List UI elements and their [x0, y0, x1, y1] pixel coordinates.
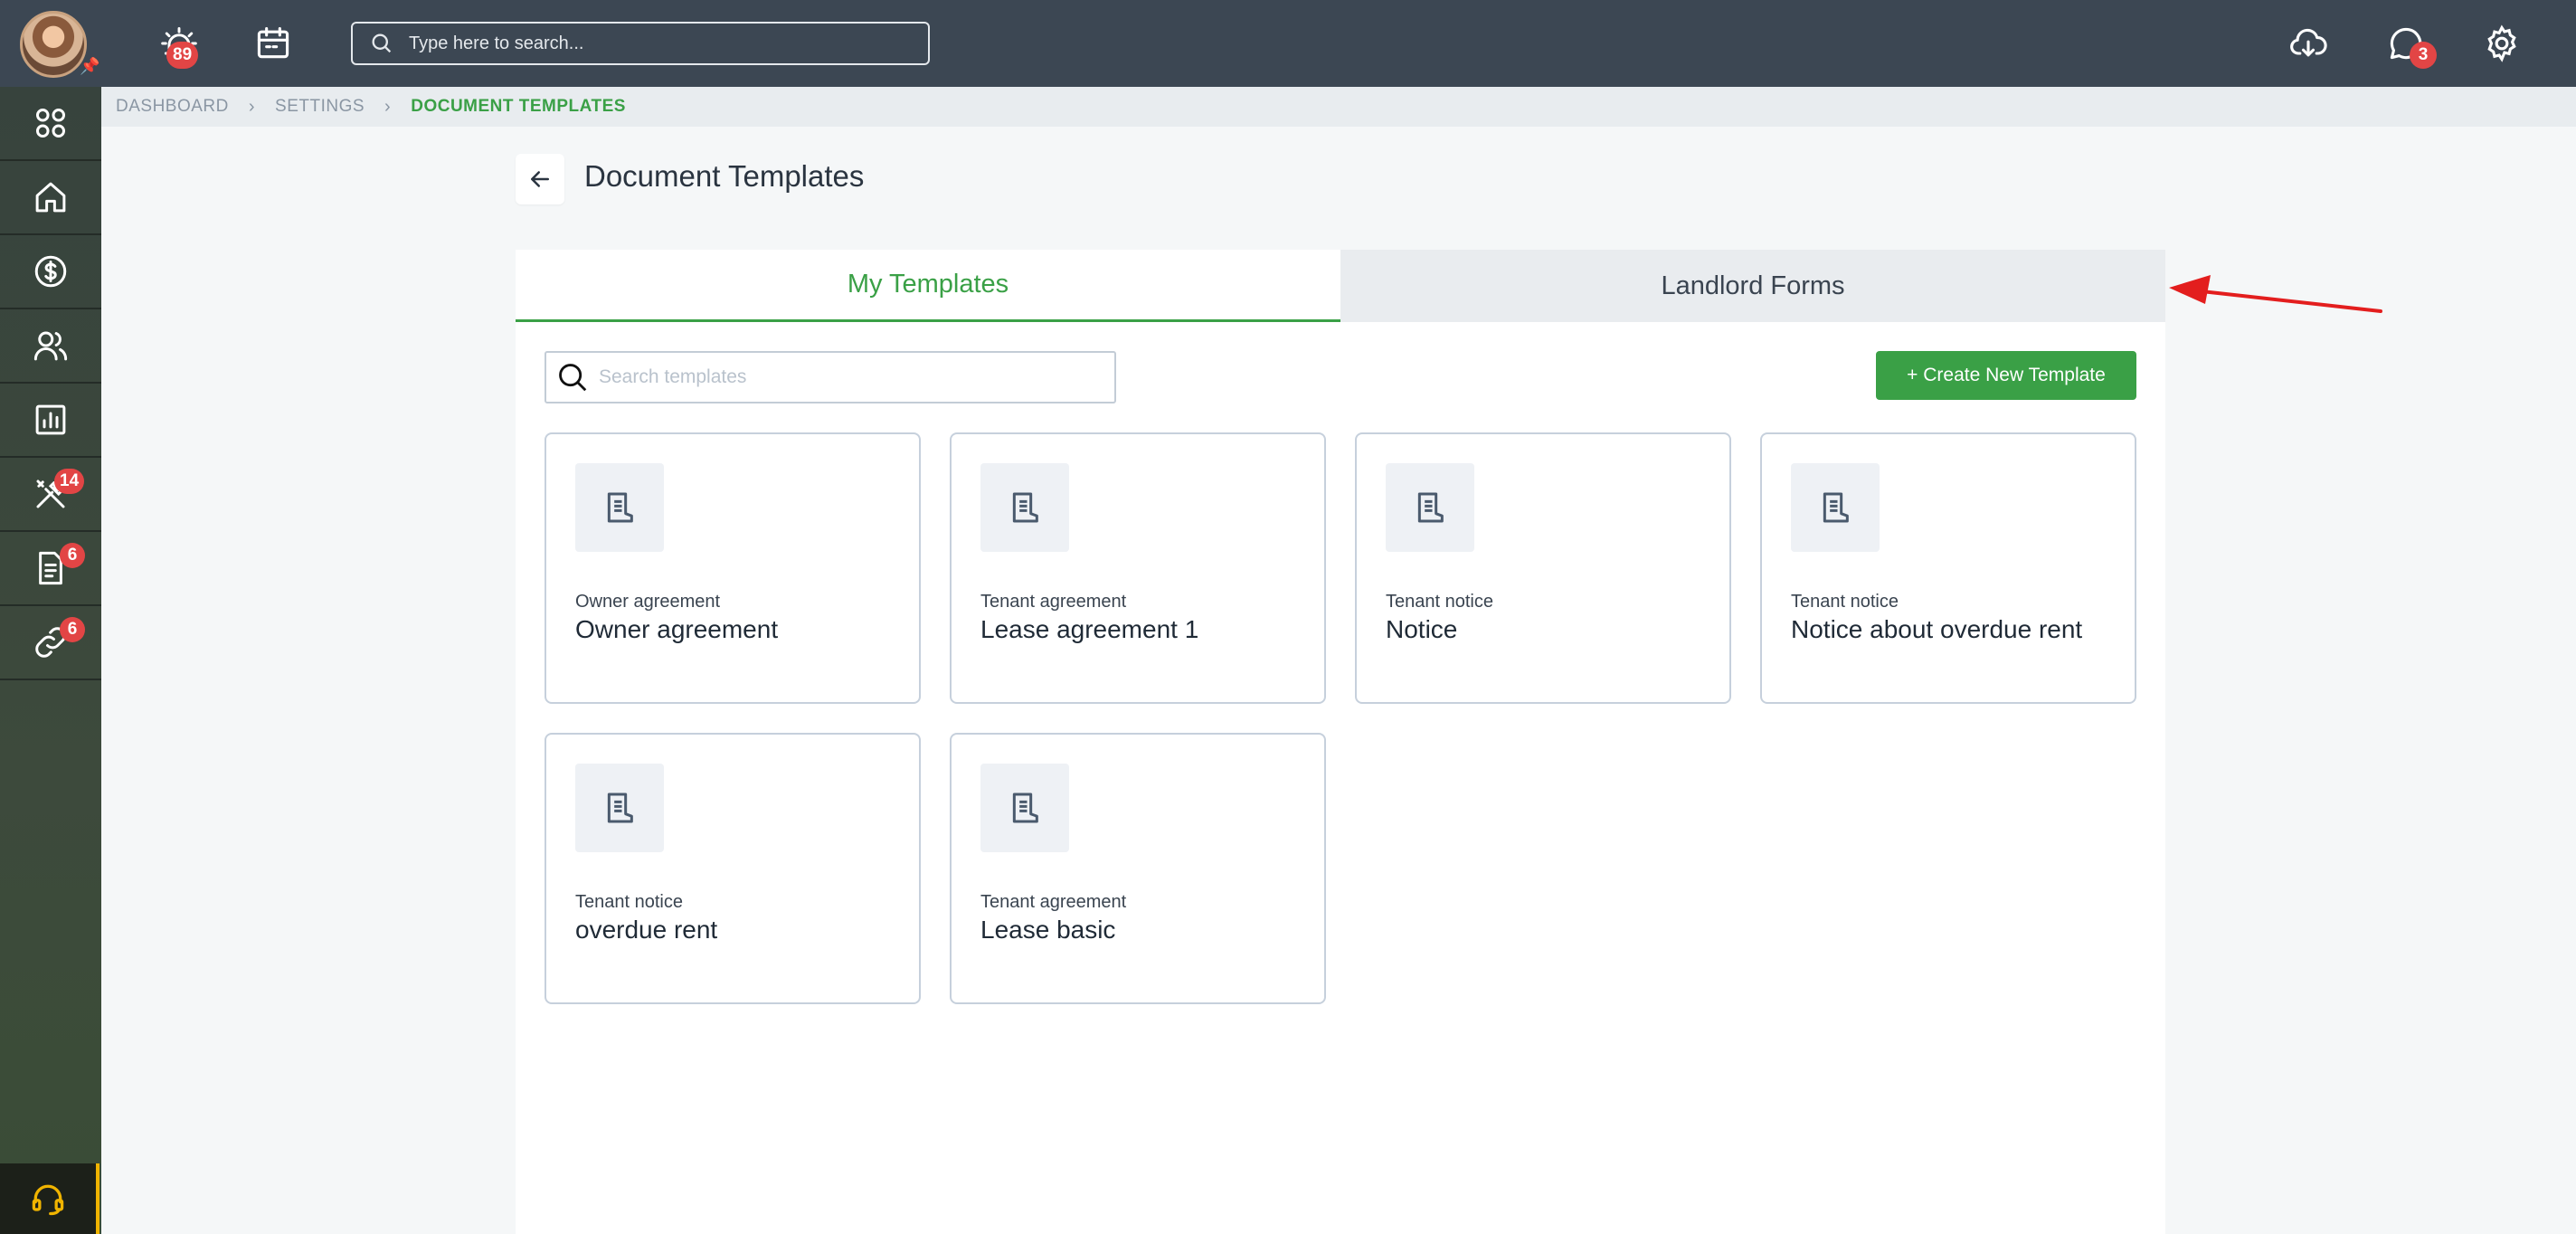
search-icon — [372, 33, 392, 53]
reports-icon — [35, 404, 66, 435]
template-search-input[interactable] — [599, 366, 1105, 388]
arrow-left-icon — [531, 171, 549, 187]
home-icon — [35, 182, 66, 213]
headset-icon — [32, 1184, 64, 1216]
left-sidebar: 14 6 6 — [0, 87, 101, 1234]
sidebar-item-home[interactable] — [0, 161, 101, 235]
template-card[interactable]: Tenant agreement Lease agreement 1 — [950, 432, 1326, 704]
document-icon — [1823, 492, 1849, 523]
template-card[interactable]: Tenant notice Notice about overdue rent — [1760, 432, 2136, 704]
template-category: Tenant agreement — [980, 592, 1127, 612]
document-icon — [607, 793, 633, 823]
breadcrumb: DASHBOARD › SETTINGS › DOCUMENT TEMPLATE… — [101, 87, 2576, 127]
sidebar-item-documents[interactable]: 6 — [0, 532, 101, 606]
top-bar: 📌 89 3 — [0, 0, 2576, 87]
calendar-icon[interactable] — [250, 20, 297, 67]
chevron-right-icon: › — [248, 96, 256, 117]
integrations-badge: 6 — [60, 617, 85, 642]
sidebar-item-maintenance[interactable]: 14 — [0, 458, 101, 532]
breadcrumb-settings[interactable]: SETTINGS — [275, 97, 365, 117]
global-search[interactable] — [351, 22, 930, 65]
create-template-button[interactable]: + Create New Template — [1876, 351, 2136, 400]
chevron-right-icon: › — [384, 96, 392, 117]
template-name: Owner agreement — [575, 615, 779, 643]
template-name: Lease basic — [980, 916, 1116, 944]
sidebar-item-accounting[interactable] — [0, 235, 101, 309]
document-icon — [1012, 492, 1038, 523]
template-icon-box — [1791, 463, 1880, 552]
document-icon — [1417, 492, 1444, 523]
maintenance-badge: 14 — [54, 469, 85, 494]
annotation-arrow — [2169, 275, 2382, 313]
template-search[interactable] — [545, 351, 1116, 403]
sidebar-item-apps[interactable] — [0, 87, 101, 161]
template-card[interactable]: Tenant notice Notice — [1355, 432, 1731, 704]
template-category: Tenant notice — [575, 892, 683, 912]
template-name: Notice about overdue rent — [1791, 615, 2083, 643]
template-category: Tenant notice — [1386, 592, 1493, 612]
template-icon-box — [1386, 463, 1474, 552]
template-card[interactable]: Owner agreement Owner agreement — [545, 432, 921, 704]
template-card[interactable]: Tenant agreement Lease basic — [950, 733, 1326, 1004]
tab-landlord-forms[interactable]: Landlord Forms — [1340, 250, 2165, 322]
sidebar-item-reports[interactable] — [0, 384, 101, 458]
support-button[interactable] — [0, 1163, 99, 1234]
breadcrumb-document-templates: DOCUMENT TEMPLATES — [411, 97, 626, 116]
template-category: Tenant notice — [1791, 592, 1899, 612]
breadcrumb-dashboard[interactable]: DASHBOARD — [116, 97, 229, 117]
template-name: Lease agreement 1 — [980, 615, 1199, 643]
template-card[interactable]: Tenant notice overdue rent — [545, 733, 921, 1004]
apps-grid-icon — [35, 108, 66, 138]
template-category: Owner agreement — [575, 592, 721, 612]
template-icon-box — [575, 764, 664, 852]
cloud-download-icon[interactable] — [2285, 20, 2332, 67]
gear-icon[interactable] — [2478, 20, 2525, 67]
document-icon — [1012, 793, 1038, 823]
alerts-badge: 89 — [166, 42, 199, 69]
template-icon-box — [980, 463, 1069, 552]
template-name: overdue rent — [575, 916, 718, 944]
template-category: Tenant agreement — [980, 892, 1127, 912]
tab-my-templates[interactable]: My Templates — [516, 250, 1340, 322]
dollar-icon — [34, 255, 67, 288]
back-button[interactable] — [516, 154, 564, 204]
template-icon-box — [575, 463, 664, 552]
sidebar-item-contacts[interactable] — [0, 309, 101, 384]
global-search-input[interactable] — [409, 33, 915, 54]
messages-badge: 3 — [2410, 42, 2437, 69]
search-icon — [559, 364, 587, 392]
document-icon — [607, 492, 633, 523]
people-icon — [33, 331, 68, 361]
templates-panel: My Templates Landlord Forms + Create New… — [516, 250, 2165, 1234]
template-icon-box — [980, 764, 1069, 852]
sidebar-item-integrations[interactable]: 6 — [0, 606, 101, 680]
user-avatar[interactable] — [20, 11, 87, 78]
documents-badge: 6 — [60, 543, 85, 568]
pin-icon: 📌 — [80, 57, 100, 75]
template-name: Notice — [1386, 615, 1458, 643]
page-title: Document Templates — [584, 159, 865, 193]
